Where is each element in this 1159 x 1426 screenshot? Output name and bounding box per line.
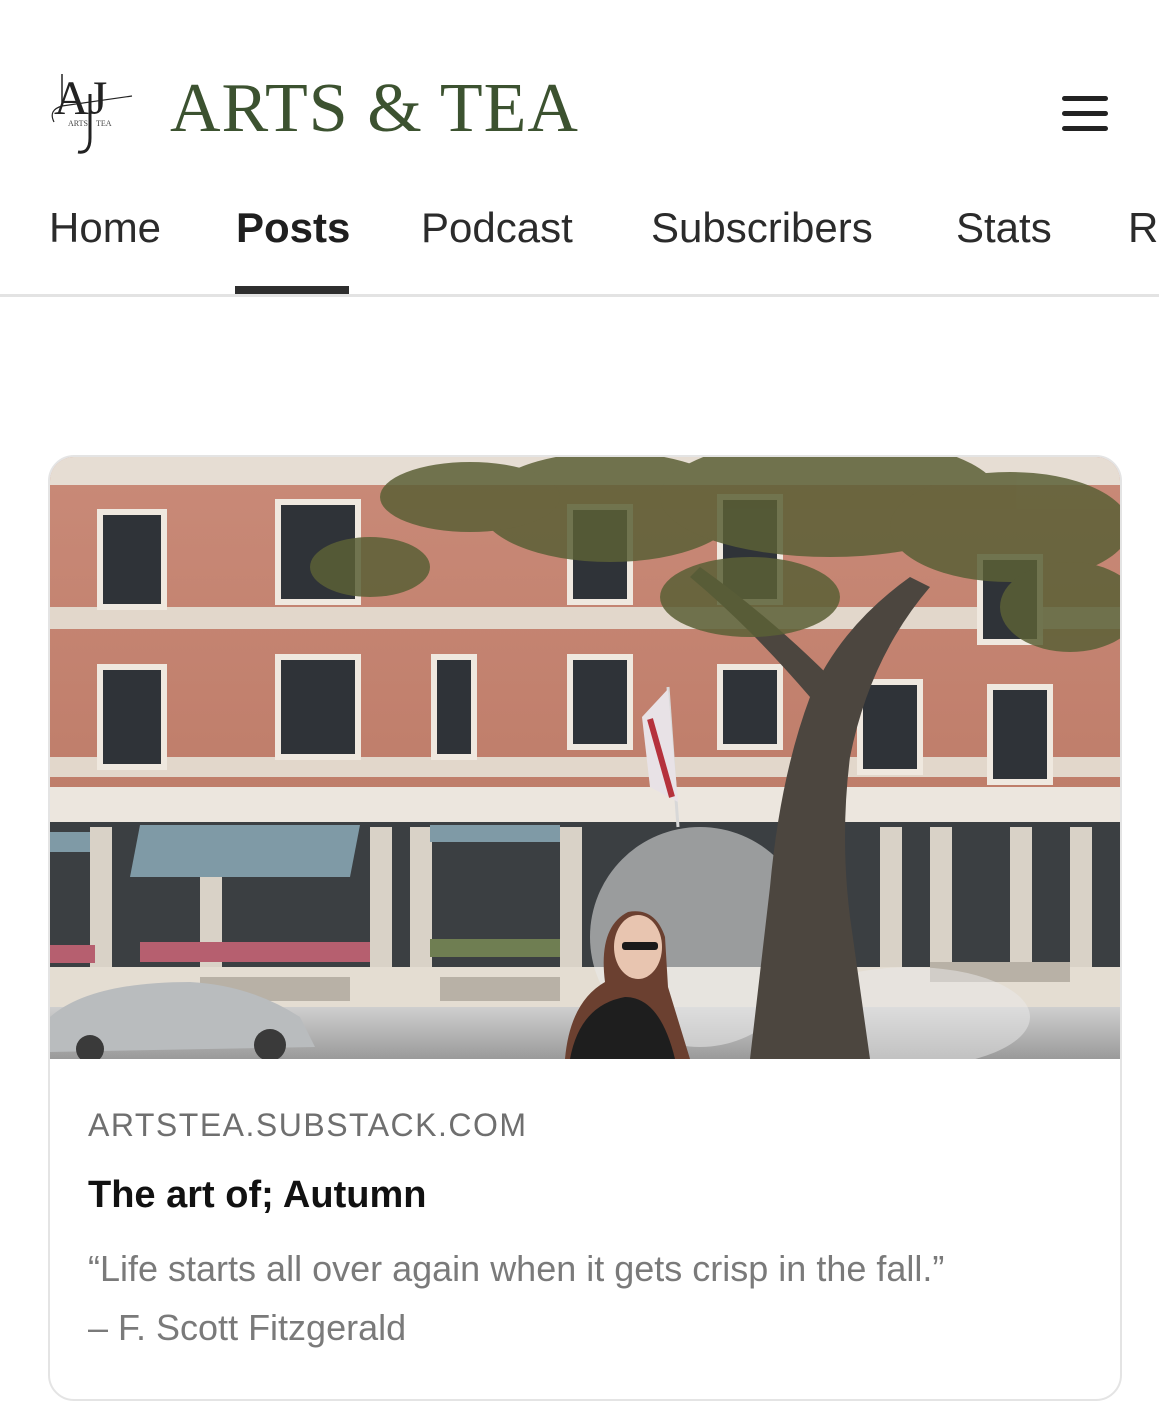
post-title[interactable]: The art of; Autumn: [88, 1174, 1088, 1217]
tabs-divider: [0, 294, 1159, 297]
site-header: AJ ARTS TEA ARTS & TEA: [0, 0, 1159, 180]
active-tab-indicator: [235, 286, 349, 294]
hamburger-menu-icon[interactable]: [1058, 92, 1112, 136]
arts-tea-logo-icon[interactable]: AJ ARTS TEA: [40, 66, 136, 162]
post-domain: ARTSTEA.SUBSTACK.COM: [88, 1107, 528, 1143]
tab-re[interactable]: Re: [1128, 204, 1159, 252]
tab-posts[interactable]: Posts: [236, 204, 350, 252]
post-cover-image: [50, 457, 1120, 1059]
nav-tabs: Home Posts Podcast Subscribers Stats Re: [0, 186, 1159, 296]
tab-stats[interactable]: Stats: [956, 204, 1052, 252]
tab-podcast[interactable]: Podcast: [421, 204, 573, 252]
svg-text:ARTS: ARTS: [68, 119, 88, 128]
tab-home[interactable]: Home: [49, 204, 161, 252]
post-attribution: – F. Scott Fitzgerald: [88, 1307, 407, 1349]
post-card-body: ARTSTEA.SUBSTACK.COM The art of; Autumn …: [88, 1109, 1088, 1358]
post-card[interactable]: ARTSTEA.SUBSTACK.COM The art of; Autumn …: [48, 455, 1122, 1401]
svg-text:TEA: TEA: [96, 119, 112, 128]
brand-name[interactable]: ARTS & TEA: [170, 74, 579, 144]
post-description: “Life starts all over again when it gets…: [88, 1239, 1088, 1358]
tab-subscribers[interactable]: Subscribers: [651, 204, 873, 252]
post-quote: “Life starts all over again when it gets…: [88, 1247, 945, 1289]
